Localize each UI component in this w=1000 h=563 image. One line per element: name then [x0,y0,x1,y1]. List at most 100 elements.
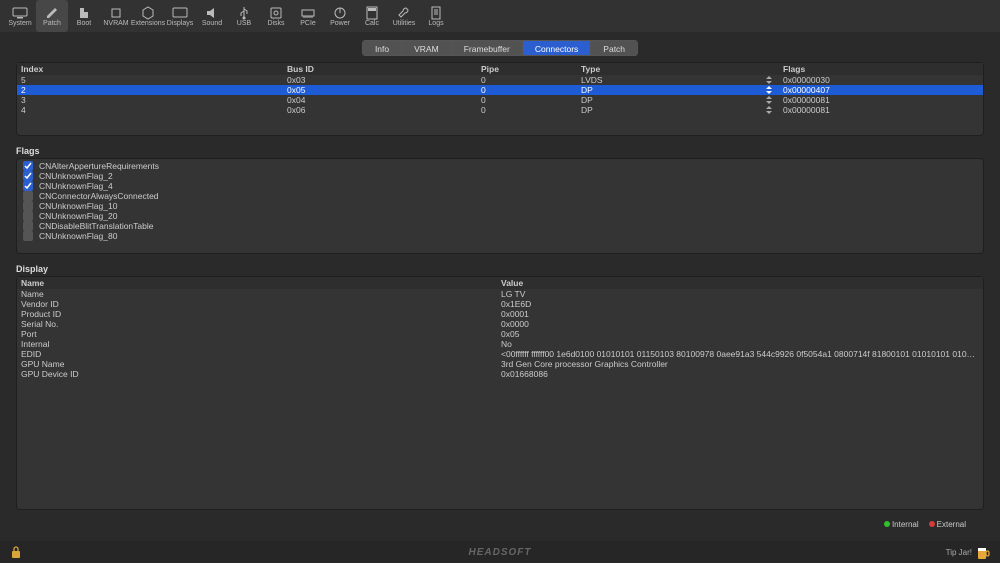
box-icon [138,6,158,20]
tab-info[interactable]: Info [363,41,402,55]
flag-label: CNUnknownFlag_80 [39,231,117,241]
col-value[interactable]: Value [501,278,983,288]
toolbar-boot[interactable]: Boot [68,0,100,32]
display-row[interactable]: Vendor ID0x1E6D [17,299,983,309]
cell-type-dropdown[interactable]: LVDS [581,75,778,85]
flag-checkbox[interactable] [23,171,33,181]
display-value: 0x01668086 [501,369,983,379]
toolbar-utilities[interactable]: Utilities [388,0,420,32]
cell-type-dropdown[interactable]: DP [581,105,778,115]
display-name: Vendor ID [17,299,501,309]
dropdown-arrows-icon [766,105,772,115]
pencil-icon [42,6,62,20]
brand-label: HEADSOFT [0,547,1000,558]
toolbar-power[interactable]: Power [324,0,356,32]
dot-external-icon [929,521,935,527]
cell-pipe: 0 [481,95,581,105]
toolbar-usb[interactable]: USB [228,0,260,32]
calculator-icon [362,6,382,20]
dot-internal-icon [884,521,890,527]
display-row[interactable]: NameLG TV [17,289,983,299]
display-row[interactable]: InternalNo [17,339,983,349]
pcie-icon [298,6,318,20]
toolbar-extensions[interactable]: Extensions [132,0,164,32]
flag-checkbox[interactable] [23,221,33,231]
tab-patch[interactable]: Patch [591,41,637,55]
display-value: <00ffffff ffffff00 1e6d0100 01010101 011… [501,349,983,359]
boot-icon [74,6,94,20]
toolbar-sound[interactable]: Sound [196,0,228,32]
flag-checkbox[interactable] [23,211,33,221]
flag-row: CNConnectorAlwaysConnected [17,191,983,201]
chip-icon [106,6,126,20]
col-name[interactable]: Name [17,278,501,288]
display-value: No [501,339,983,349]
toolbar-patch[interactable]: Patch [36,0,68,32]
flag-row: CNUnknownFlag_80 [17,231,983,241]
cell-flags: 0x00000081 [778,105,983,115]
display-panel: Name Value NameLG TVVendor ID0x1E6DProdu… [16,276,984,510]
flag-row: CNUnknownFlag_4 [17,181,983,191]
tab-connectors[interactable]: Connectors [523,41,591,55]
toolbar-displays[interactable]: Displays [164,0,196,32]
display-name: Internal [17,339,501,349]
display-value: 0x0000 [501,319,983,329]
flag-checkbox[interactable] [23,201,33,211]
status-bar: HEADSOFT Tip Jar! [0,541,1000,563]
cell-index: 5 [17,75,287,85]
connector-row[interactable]: 50x030LVDS0x00000030 [17,75,983,85]
toolbar-calc[interactable]: Calc [356,0,388,32]
display-value: 3rd Gen Core processor Graphics Controll… [501,359,983,369]
dropdown-arrows-icon [766,75,772,85]
monitor-icon [10,6,30,20]
legend-external: External [929,520,966,529]
connector-row[interactable]: 20x050DP0x00000407 [17,85,983,95]
col-pipe[interactable]: Pipe [481,64,581,74]
connectors-header: Index Bus ID Pipe Type Flags [17,63,983,75]
display-value: 0x0001 [501,309,983,319]
cell-pipe: 0 [481,75,581,85]
display-row[interactable]: Product ID0x0001 [17,309,983,319]
flag-label: CNUnknownFlag_4 [39,181,113,191]
tab-framebuffer[interactable]: Framebuffer [452,41,523,55]
display-row[interactable]: Port0x05 [17,329,983,339]
cell-pipe: 0 [481,105,581,115]
toolbar-nvram[interactable]: NVRAM [100,0,132,32]
cell-type-dropdown[interactable]: DP [581,85,778,95]
toolbar-disks[interactable]: Disks [260,0,292,32]
flag-row: CNUnknownFlag_10 [17,201,983,211]
flag-checkbox[interactable] [23,191,33,201]
connector-row[interactable]: 40x060DP0x00000081 [17,105,983,115]
connector-row[interactable]: 30x040DP0x00000081 [17,95,983,105]
display-name: GPU Device ID [17,369,501,379]
display-title: Display [16,260,984,276]
display-body: NameLG TVVendor ID0x1E6DProduct ID0x0001… [17,289,983,379]
flag-checkbox[interactable] [23,161,33,171]
speaker-icon [202,6,222,20]
toolbar-system[interactable]: System [4,0,36,32]
cell-busid: 0x05 [287,85,481,95]
connectors-body: 50x030LVDS0x0000003020x050DP0x0000040730… [17,75,983,115]
display-row[interactable]: GPU Device ID0x01668086 [17,369,983,379]
dropdown-arrows-icon [766,85,772,95]
display-row[interactable]: GPU Name3rd Gen Core processor Graphics … [17,359,983,369]
display-name: GPU Name [17,359,501,369]
document-icon [426,6,446,20]
connectors-panel: Index Bus ID Pipe Type Flags 50x030LVDS0… [16,62,984,136]
flag-checkbox[interactable] [23,231,33,241]
flag-label: CNUnknownFlag_10 [39,201,117,211]
toolbar-pcie[interactable]: PCIe [292,0,324,32]
tab-vram[interactable]: VRAM [402,41,452,55]
toolbar-logs[interactable]: Logs [420,0,452,32]
legend: Internal External [16,516,984,535]
col-index[interactable]: Index [17,64,287,74]
col-busid[interactable]: Bus ID [287,64,481,74]
col-flags[interactable]: Flags [778,64,983,74]
display-row[interactable]: EDID<00ffffff ffffff00 1e6d0100 01010101… [17,349,983,359]
col-type[interactable]: Type [581,64,778,74]
cell-type-dropdown[interactable]: DP [581,95,778,105]
power-icon [330,6,350,20]
flag-checkbox[interactable] [23,181,33,191]
display-row[interactable]: Serial No.0x0000 [17,319,983,329]
display-name: Product ID [17,309,501,319]
